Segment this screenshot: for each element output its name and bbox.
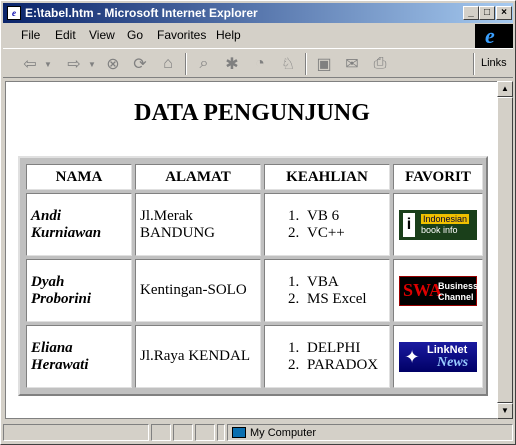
logo-text-line: Channel bbox=[438, 291, 474, 302]
title-bar[interactable]: e E:\tabel.htm - Microsoft Internet Expl… bbox=[3, 3, 513, 23]
search-icon[interactable]: ⌕ bbox=[193, 53, 215, 75]
standard-toolbar: ⇦ ▼ ⇨ ▼ ⊗ ⟳ ⌂ ⌕ ✱ ◔ ♘ ▣ ✉ ⎙ Links bbox=[3, 48, 513, 78]
page-viewport: DATA PENGUNJUNG NAMA ALAMAT KEAHLIAN FAV… bbox=[5, 81, 497, 419]
cell-keahlian: DELPHI PARADOX bbox=[264, 325, 390, 388]
security-zone-pane: My Computer bbox=[227, 424, 513, 441]
maximize-button[interactable]: □ bbox=[479, 6, 495, 20]
menu-bar: File Edit View Go Favorites Help bbox=[3, 24, 473, 46]
logo-text: Indonesian bbox=[421, 213, 470, 224]
ie-page-icon: e bbox=[7, 6, 21, 20]
page-heading: DATA PENGUNJUNG bbox=[134, 100, 370, 126]
cell-keahlian: VB 6 VC++ bbox=[264, 193, 390, 256]
zone-label: My Computer bbox=[250, 426, 317, 439]
cell-favorit: i Indonesian book info bbox=[393, 193, 483, 256]
back-dropdown-icon[interactable]: ▼ bbox=[43, 53, 53, 75]
cell-alamat: Kentingan-SOLO bbox=[135, 259, 261, 322]
table-row: Andi Kurniawan Jl.Merak BANDUNG VB 6 VC+… bbox=[26, 193, 483, 256]
skill-item: VBA bbox=[303, 274, 385, 291]
menu-favorites[interactable]: Favorites bbox=[157, 28, 206, 42]
ie-logo-icon: e bbox=[475, 24, 513, 48]
menu-edit[interactable]: Edit bbox=[55, 28, 76, 42]
menu-view[interactable]: View bbox=[89, 28, 115, 42]
skill-item: DELPHI bbox=[303, 340, 385, 357]
menu-go[interactable]: Go bbox=[127, 28, 143, 42]
linknet-news-logo[interactable]: ✦ LinkNet News bbox=[399, 341, 477, 372]
refresh-icon[interactable]: ⟳ bbox=[129, 53, 151, 75]
visitor-table-frame: NAMA ALAMAT KEAHLIAN FAVORIT Andi Kurnia… bbox=[18, 156, 488, 396]
logo-text-line: Business bbox=[438, 280, 479, 291]
print-icon[interactable]: ⎙ bbox=[369, 53, 391, 75]
logo-text: News bbox=[437, 354, 469, 370]
window-title: E:\tabel.htm - Microsoft Internet Explor… bbox=[25, 6, 258, 20]
my-computer-icon bbox=[232, 427, 246, 438]
status-pane bbox=[173, 424, 193, 441]
indonesian-book-info-logo[interactable]: i Indonesian book info bbox=[399, 209, 477, 240]
cell-nama: Eliana Herawati bbox=[26, 325, 132, 388]
vertical-scrollbar[interactable]: ▲ ▼ bbox=[497, 81, 513, 419]
cell-keahlian: VBA MS Excel bbox=[264, 259, 390, 322]
scroll-down-icon[interactable]: ▼ bbox=[497, 403, 513, 419]
menu-help[interactable]: Help bbox=[216, 28, 241, 42]
swa-business-channel-logo[interactable]: SWA Business Channel bbox=[399, 275, 478, 306]
cell-nama: Dyah Proborini bbox=[26, 259, 132, 322]
header-favorit: FAVORIT bbox=[393, 164, 483, 190]
scroll-up-icon[interactable]: ▲ bbox=[497, 81, 513, 97]
status-pane bbox=[151, 424, 171, 441]
status-pane bbox=[217, 424, 225, 441]
table-row: Eliana Herawati Jl.Raya KENDAL DELPHI PA… bbox=[26, 325, 483, 388]
browser-window: e E:\tabel.htm - Microsoft Internet Expl… bbox=[0, 0, 516, 445]
skill-list: VB 6 VC++ bbox=[269, 208, 385, 242]
cell-nama: Andi Kurniawan bbox=[26, 193, 132, 256]
favorites-icon[interactable]: ✱ bbox=[221, 53, 243, 75]
header-nama: NAMA bbox=[26, 164, 132, 190]
skill-item: VB 6 bbox=[303, 208, 385, 225]
menu-file[interactable]: File bbox=[21, 28, 40, 42]
skill-list: DELPHI PARADOX bbox=[269, 340, 385, 374]
status-bar: My Computer bbox=[3, 422, 513, 442]
skill-list: VBA MS Excel bbox=[269, 274, 385, 308]
star-icon: ✦ bbox=[404, 346, 420, 367]
visitor-table: NAMA ALAMAT KEAHLIAN FAVORIT Andi Kurnia… bbox=[23, 161, 486, 391]
close-button[interactable]: × bbox=[496, 6, 512, 20]
info-i-icon: i bbox=[403, 212, 415, 237]
toolbar-separator bbox=[185, 53, 187, 75]
logo-mark: SWA bbox=[403, 279, 443, 300]
logo-text: Business Channel bbox=[438, 281, 478, 303]
header-alamat: ALAMAT bbox=[135, 164, 261, 190]
forward-dropdown-icon[interactable]: ▼ bbox=[87, 53, 97, 75]
links-toolbar[interactable]: Links bbox=[481, 57, 507, 69]
cell-favorit: SWA Business Channel bbox=[393, 259, 483, 322]
back-icon[interactable]: ⇦ bbox=[17, 53, 43, 75]
minimize-button[interactable]: _ bbox=[463, 6, 479, 20]
toolbar-separator bbox=[473, 53, 475, 75]
fullscreen-icon[interactable]: ▣ bbox=[313, 53, 335, 75]
scroll-thumb[interactable] bbox=[497, 97, 513, 403]
forward-icon[interactable]: ⇨ bbox=[61, 53, 87, 75]
skill-item: MS Excel bbox=[303, 291, 385, 308]
cell-favorit: ✦ LinkNet News bbox=[393, 325, 483, 388]
status-text-pane bbox=[3, 424, 149, 441]
logo-text: book info bbox=[421, 224, 458, 235]
stop-icon[interactable]: ⊗ bbox=[102, 53, 124, 75]
channels-icon[interactable]: ♘ bbox=[277, 53, 299, 75]
home-icon[interactable]: ⌂ bbox=[157, 53, 179, 75]
status-pane bbox=[195, 424, 215, 441]
table-header-row: NAMA ALAMAT KEAHLIAN FAVORIT bbox=[26, 164, 483, 190]
header-keahlian: KEAHLIAN bbox=[264, 164, 390, 190]
cell-alamat: Jl.Raya KENDAL bbox=[135, 325, 261, 388]
toolbar-separator bbox=[305, 53, 307, 75]
cell-alamat: Jl.Merak BANDUNG bbox=[135, 193, 261, 256]
table-row: Dyah Proborini Kentingan-SOLO VBA MS Exc… bbox=[26, 259, 483, 322]
skill-item: PARADOX bbox=[303, 357, 385, 374]
history-icon[interactable]: ◔ bbox=[249, 53, 271, 75]
skill-item: VC++ bbox=[303, 225, 385, 242]
mail-icon[interactable]: ✉ bbox=[341, 53, 363, 75]
